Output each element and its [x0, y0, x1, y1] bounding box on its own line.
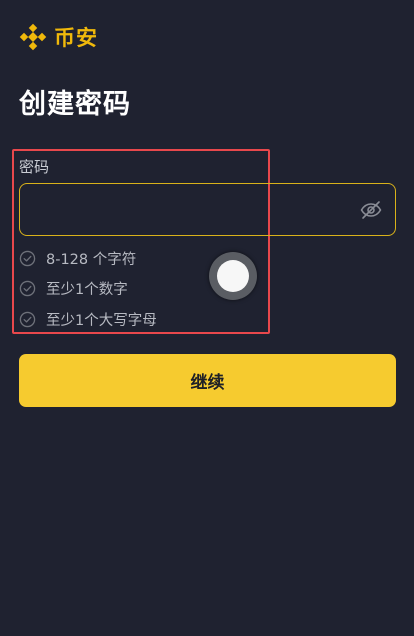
continue-button[interactable]: 继续	[19, 354, 396, 407]
rule-item-length: 8-128 个字符	[19, 243, 157, 274]
brand-header: 币安	[18, 22, 98, 52]
check-circle-icon	[19, 250, 36, 266]
check-circle-icon	[19, 311, 36, 327]
rule-text: 至少1个大写字母	[46, 312, 157, 329]
password-input[interactable]	[32, 184, 352, 235]
brand-name: 币安	[54, 26, 98, 50]
password-field[interactable]	[19, 183, 396, 236]
password-rules-list: 8-128 个字符 至少1个数字 至少1个大写字母	[19, 243, 157, 335]
rule-item-digit: 至少1个数字	[19, 274, 157, 305]
rule-item-uppercase: 至少1个大写字母	[19, 304, 157, 335]
rule-text: 至少1个数字	[46, 282, 128, 299]
check-circle-icon	[19, 281, 36, 297]
touch-indicator	[209, 252, 257, 300]
binance-logo-icon	[19, 23, 47, 51]
rule-text: 8-128 个字符	[46, 251, 137, 268]
password-label: 密码	[19, 158, 50, 176]
eye-off-icon[interactable]	[359, 198, 383, 222]
page-title: 创建密码	[19, 89, 131, 120]
